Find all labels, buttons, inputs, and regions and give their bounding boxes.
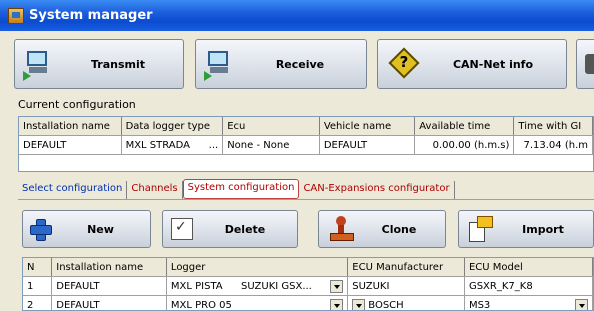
cell-manufacturer[interactable]: SUZUKI	[347, 276, 465, 296]
cell-logger[interactable]: MXL PRO 05	[166, 295, 349, 311]
cell-ecu: None - None	[222, 135, 320, 155]
cell-model[interactable]: GSXR_K7_K8	[464, 276, 593, 296]
app-icon	[8, 7, 24, 24]
cell-name: DEFAULT	[51, 276, 167, 296]
can-net-info-label: CAN-Net info	[452, 57, 534, 71]
cell-logger-text: MXL PRO 05	[170, 299, 232, 311]
clone-label: Clone	[381, 222, 417, 236]
cell-model-text: MS3	[468, 299, 491, 311]
cell-time-with-gps: 7.13.04 (h.m	[513, 135, 593, 155]
current-config-label: Current configuration	[18, 98, 136, 111]
configurations-header-row: N Installation name Logger ECU Manufactu…	[23, 258, 593, 277]
receive-label: Receive	[275, 57, 325, 71]
table-row[interactable]: 1 DEFAULT MXL PISTA SUZUKI GSX... SUZUKI…	[23, 276, 593, 296]
delete-icon	[171, 218, 193, 240]
manufacturer-dropdown-button[interactable]	[352, 298, 366, 310]
import-label: Import	[522, 222, 564, 236]
col-time-with-gps: Time with GI	[513, 117, 593, 136]
current-config-table: Installation name Data logger type Ecu V…	[19, 117, 593, 155]
logger-dropdown-button[interactable]	[330, 298, 344, 310]
title-bar: System manager	[0, 0, 594, 31]
cell-logger-extra: SUZUKI GSX...	[241, 280, 312, 292]
can-net-info-button[interactable]: ? CAN-Net info	[377, 39, 567, 89]
settings-icon	[585, 54, 594, 74]
configurations-grid: N Installation name Logger ECU Manufactu…	[22, 257, 594, 311]
new-label: New	[87, 222, 114, 236]
tab-can-expansions-configurator[interactable]: CAN-Expansions configurator	[299, 181, 455, 199]
col-ecu-model: ECU Model	[464, 258, 593, 277]
tab-system-configuration[interactable]: System configuration	[182, 179, 300, 199]
computer-download-icon	[204, 49, 234, 81]
col-ecu-manufacturer: ECU Manufacturer	[347, 258, 465, 277]
logger-dropdown-button[interactable]	[330, 279, 344, 293]
cell-manufacturer[interactable]: BOSCH	[347, 295, 465, 311]
cell-n: 2	[23, 295, 53, 310]
col-available-time: Available time	[414, 117, 515, 136]
col-ecu: Ecu	[222, 117, 320, 136]
cell-name: DEFAULT	[51, 295, 167, 310]
receive-button[interactable]: Receive	[195, 39, 367, 89]
delete-button[interactable]: Delete	[162, 210, 298, 248]
stamp-icon	[329, 216, 354, 242]
col-data-logger-type: Data logger type	[121, 117, 224, 136]
clone-button[interactable]: Clone	[318, 210, 446, 248]
delete-label: Delete	[224, 222, 266, 236]
col-installation-name: Installation name	[51, 258, 167, 277]
table-row[interactable]: 2 DEFAULT MXL PRO 05 BOSCH MS3	[23, 295, 593, 311]
col-vehicle-name: Vehicle name	[319, 117, 416, 136]
cell-logger: MXL STRADA ...	[121, 135, 224, 155]
col-installation-name: Installation name	[19, 117, 122, 136]
new-button[interactable]: New	[22, 210, 151, 248]
cell-n: 1	[23, 276, 53, 296]
tab-strip: Select configuration Channels System con…	[18, 179, 455, 199]
logger-ellipsis-button[interactable]: ...	[209, 140, 219, 151]
col-logger: Logger	[166, 258, 349, 277]
plus-icon	[29, 218, 52, 241]
col-n: N	[23, 258, 53, 277]
transmit-button[interactable]: Transmit	[14, 39, 184, 89]
current-config-grid: Installation name Data logger type Ecu V…	[18, 116, 594, 172]
transmit-label: Transmit	[90, 57, 145, 71]
table-row[interactable]: DEFAULT MXL STRADA ... None - None DEFAU…	[19, 135, 593, 155]
computer-upload-icon	[23, 49, 53, 81]
configurations-table: N Installation name Logger ECU Manufactu…	[23, 258, 593, 311]
cell-manufacturer-text: BOSCH	[368, 299, 404, 311]
cell-logger[interactable]: MXL PISTA SUZUKI GSX...	[166, 276, 349, 296]
tab-select-configuration[interactable]: Select configuration	[18, 181, 128, 199]
import-icon	[467, 216, 493, 242]
model-dropdown-button[interactable]	[575, 298, 588, 310]
cell-logger-text: MXL PISTA	[170, 280, 223, 292]
cell-vehicle: DEFAULT	[319, 135, 416, 155]
cell-model[interactable]: MS3	[464, 295, 593, 311]
tab-channels[interactable]: Channels	[127, 181, 183, 199]
cell-installation: DEFAULT	[19, 135, 122, 155]
more-toolbar-button[interactable]	[576, 39, 594, 89]
cell-logger-text: MXL STRADA	[125, 139, 191, 151]
help-icon: ?	[388, 47, 420, 79]
window-title: System manager	[29, 8, 153, 23]
cell-available-time: 0.00.00 (h.m.s)	[414, 135, 515, 155]
tab-divider	[18, 199, 594, 200]
import-button[interactable]: Import	[458, 210, 594, 248]
current-config-header-row: Installation name Data logger type Ecu V…	[19, 117, 593, 136]
